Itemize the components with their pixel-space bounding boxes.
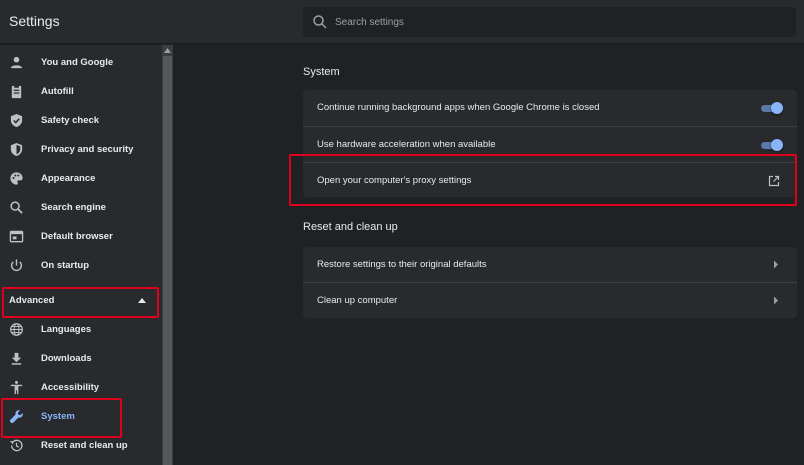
search-box[interactable] <box>303 7 796 37</box>
sidebar-item-search-engine[interactable]: Search engine <box>0 194 162 223</box>
browser-window-icon <box>9 230 24 243</box>
sidebar-item-label: Default browser <box>41 231 113 242</box>
sidebar-item-reset-and-clean-up[interactable]: Reset and clean up <box>0 432 162 461</box>
restore-defaults-row[interactable]: Restore settings to their original defau… <box>303 247 797 282</box>
sidebar-item-label: Languages <box>41 324 92 335</box>
globe-icon <box>10 323 23 336</box>
toggle-knob <box>771 102 783 114</box>
external-link-icon[interactable] <box>768 175 780 187</box>
caret-up-icon <box>138 298 146 303</box>
top-bar: Settings <box>0 0 804 44</box>
row-label: Open your computer's proxy settings <box>317 175 472 186</box>
search-icon <box>10 201 23 214</box>
search-input[interactable] <box>335 7 785 37</box>
sidebar-item-label: Autofill <box>41 86 74 97</box>
reset-card: Restore settings to their original defau… <box>303 247 797 318</box>
sidebar-item-default-browser[interactable]: Default browser <box>0 223 162 252</box>
chevron-right-icon <box>774 296 778 305</box>
sidebar-item-autofill[interactable]: Autofill <box>0 78 162 107</box>
sidebar-scrollbar-thumb[interactable] <box>163 56 172 465</box>
sidebar-item-privacy-and-security[interactable]: Privacy and security <box>0 136 162 165</box>
sidebar-item-safety-check[interactable]: Safety check <box>0 107 162 136</box>
scroll-up-arrow-icon[interactable] <box>164 47 171 53</box>
sidebar-item-label: Appearance <box>41 173 96 184</box>
system-card: Continue running background apps when Go… <box>303 90 797 197</box>
power-icon <box>10 259 23 272</box>
proxy-settings-row[interactable]: Open your computer's proxy settings <box>303 162 797 197</box>
history-icon <box>9 439 23 452</box>
sidebar-item-label: Search engine <box>41 202 106 213</box>
sidebar-advanced-toggle[interactable]: Advanced <box>0 287 162 316</box>
background-apps-row[interactable]: Continue running background apps when Go… <box>303 90 797 125</box>
person-icon <box>10 56 23 69</box>
row-label: Use hardware acceleration when available <box>317 139 496 150</box>
accessibility-icon <box>10 380 23 395</box>
sidebar-item-label: Safety check <box>41 115 100 126</box>
sidebar-item-label: Downloads <box>41 353 92 364</box>
palette-icon <box>10 172 23 185</box>
row-label: Clean up computer <box>317 295 398 306</box>
reset-section-title: Reset and clean up <box>303 221 398 233</box>
wrench-icon <box>9 410 23 424</box>
system-section-title: System <box>303 66 340 78</box>
sidebar-item-label: Privacy and security <box>41 144 134 155</box>
row-label: Restore settings to their original defau… <box>317 259 487 270</box>
shield-check-icon <box>10 113 23 128</box>
toggle-knob <box>771 139 783 151</box>
shield-icon <box>10 142 23 157</box>
sidebar-item-system[interactable]: System <box>0 403 162 432</box>
sidebar-item-downloads[interactable]: Downloads <box>0 345 162 374</box>
sidebar-item-label: Accessibility <box>41 382 100 393</box>
clipboard-icon <box>11 84 22 99</box>
sidebar-item-you-and-google[interactable]: You and Google <box>0 49 162 78</box>
advanced-label: Advanced <box>9 295 55 306</box>
sidebar-item-accessibility[interactable]: Accessibility <box>0 374 162 403</box>
sidebar-item-appearance[interactable]: Appearance <box>0 165 162 194</box>
sidebar-item-label: Reset and clean up <box>41 440 128 451</box>
clean-up-computer-row[interactable]: Clean up computer <box>303 282 797 317</box>
download-icon <box>11 352 22 365</box>
chevron-right-icon <box>774 260 778 269</box>
sidebar-item-label: On startup <box>41 260 90 271</box>
sidebar-item-on-startup[interactable]: On startup <box>0 252 162 281</box>
sidebar-item-languages[interactable]: Languages <box>0 316 162 345</box>
search-icon <box>313 15 327 29</box>
app-title: Settings <box>9 13 60 29</box>
row-label: Continue running background apps when Go… <box>317 102 600 113</box>
hardware-acceleration-row[interactable]: Use hardware acceleration when available <box>303 126 797 161</box>
sidebar-item-label: You and Google <box>41 57 114 68</box>
sidebar: You and Google Autofill Safety check Pri… <box>0 45 162 465</box>
background-apps-toggle[interactable] <box>759 102 783 114</box>
sidebar-item-label: System <box>41 411 75 422</box>
hardware-acceleration-toggle[interactable] <box>759 139 783 151</box>
